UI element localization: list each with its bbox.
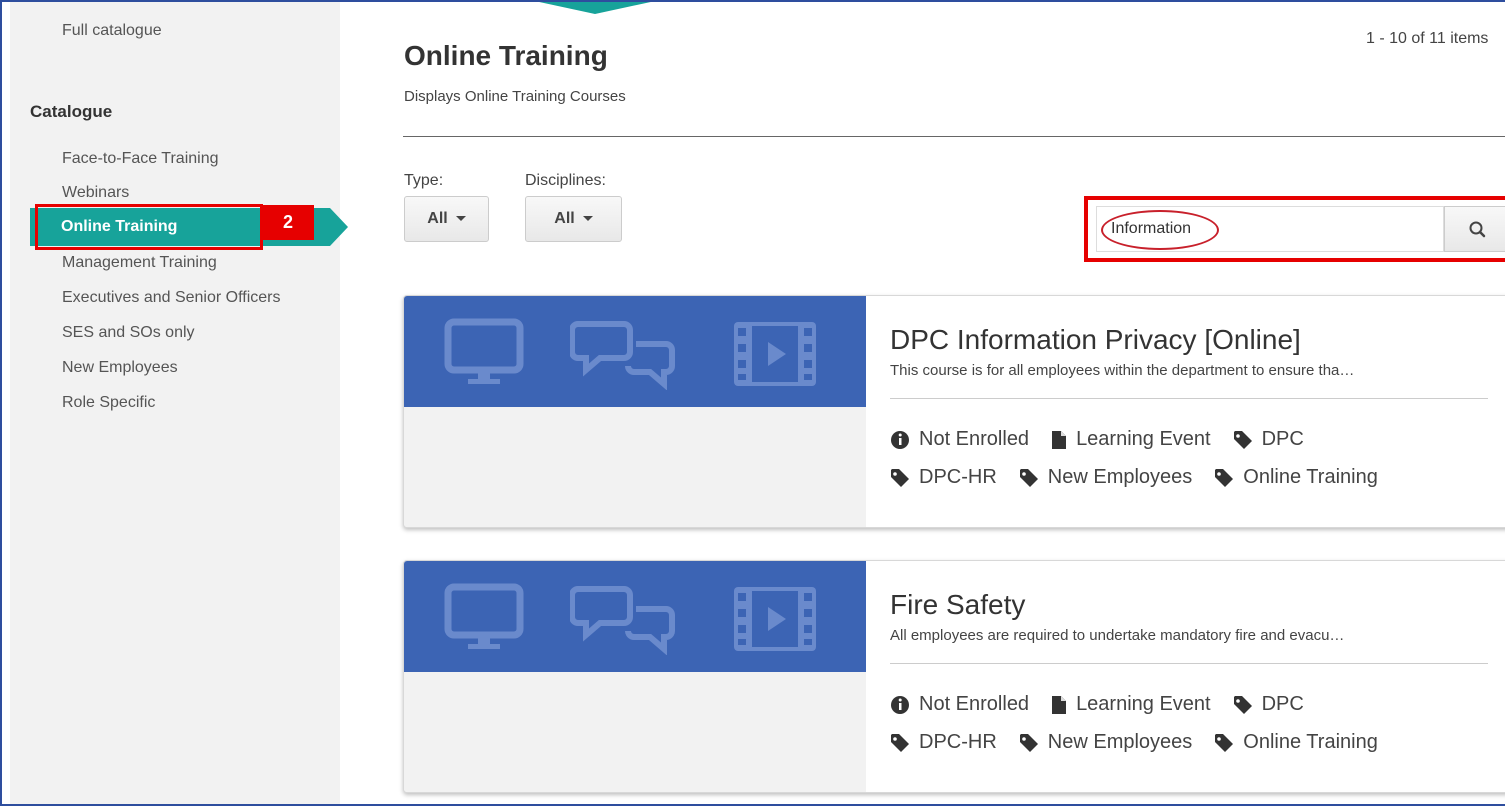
- file-icon: [1052, 695, 1067, 714]
- sidebar-item-management-training[interactable]: Management Training: [62, 254, 217, 272]
- course-tags-row: DPC-HR New Employees Online Training: [890, 466, 1400, 489]
- sidebar-item-new-employees[interactable]: New Employees: [62, 359, 178, 377]
- course-tag[interactable]: DPC-HR: [890, 731, 997, 754]
- course-tags-row: DPC-HR New Employees Online Training: [890, 731, 1400, 754]
- header-divider: [403, 136, 1505, 137]
- tag-icon: [1215, 468, 1234, 487]
- sidebar-catalogue-heading: Catalogue: [30, 102, 113, 121]
- tag-icon: [891, 468, 909, 487]
- video-film-icon: [734, 322, 816, 386]
- course-card[interactable]: DPC Information Privacy [Online] This cou…: [403, 295, 1505, 528]
- disciplines-filter-dropdown[interactable]: All: [525, 196, 622, 242]
- sidebar-full-catalogue-link[interactable]: Full catalogue: [62, 22, 162, 40]
- type-filter-value: All: [427, 210, 448, 227]
- course-banner-footer: [404, 407, 866, 527]
- course-tag[interactable]: New Employees: [1019, 466, 1193, 489]
- tag-icon: [1019, 733, 1038, 752]
- chat-bubbles-icon: [569, 321, 675, 391]
- tag-icon: [1215, 733, 1234, 752]
- event-type: Learning Event: [1051, 693, 1211, 716]
- event-type-text: Learning Event: [1076, 693, 1211, 715]
- search-input[interactable]: [1096, 206, 1444, 252]
- course-meta-row: Not Enrolled Learning Event DPC: [890, 428, 1326, 451]
- course-divider: [890, 663, 1488, 664]
- course-description: This course is for all employees within …: [890, 362, 1355, 379]
- type-filter-dropdown[interactable]: All: [404, 196, 489, 242]
- type-filter-label: Type:: [404, 172, 444, 189]
- caret-down-icon: [582, 216, 593, 222]
- course-tag-text: Online Training: [1243, 731, 1378, 753]
- course-tag-text: DPC: [1261, 693, 1304, 715]
- page-title: Online Training: [404, 40, 608, 71]
- top-accent-wedge: [530, 0, 660, 14]
- info-circle-icon: [891, 695, 909, 714]
- enrollment-status: Not Enrolled: [890, 693, 1029, 716]
- sidebar-item-online-training-label: Online Training: [61, 218, 178, 235]
- course-tag-text: DPC-HR: [919, 731, 997, 753]
- enrollment-status: Not Enrolled: [890, 428, 1029, 451]
- course-meta-row: Not Enrolled Learning Event DPC: [890, 693, 1326, 716]
- annotation-step-badge: 2: [262, 205, 314, 240]
- course-tag-text: New Employees: [1047, 731, 1193, 753]
- disciplines-filter-value: All: [554, 210, 575, 227]
- event-type: Learning Event: [1051, 428, 1211, 451]
- item-count: 1 - 10 of 11 items: [1366, 30, 1489, 47]
- sidebar-item-ses-sos[interactable]: SES and SOs only: [62, 324, 195, 342]
- course-card[interactable]: Fire Safety All employees are required to…: [403, 560, 1505, 793]
- video-film-icon: [734, 587, 816, 651]
- course-tag[interactable]: DPC: [1233, 693, 1304, 716]
- course-tag[interactable]: New Employees: [1019, 731, 1193, 754]
- tag-icon: [1019, 468, 1038, 487]
- search-button[interactable]: [1444, 206, 1505, 252]
- file-icon: [1052, 430, 1067, 449]
- course-banner: [404, 296, 866, 407]
- sidebar-item-role-specific[interactable]: Role Specific: [62, 394, 155, 412]
- page-subtitle: Displays Online Training Courses: [404, 88, 626, 105]
- course-title[interactable]: DPC Information Privacy [Online]: [890, 324, 1301, 356]
- enrollment-status-text: Not Enrolled: [919, 428, 1030, 450]
- info-circle-icon: [891, 430, 909, 449]
- enrollment-status-text: Not Enrolled: [919, 693, 1030, 715]
- course-description: All employees are required to undertake …: [890, 627, 1345, 644]
- course-tag-text: New Employees: [1047, 466, 1193, 488]
- tag-icon: [1233, 430, 1252, 449]
- course-tag-text: DPC: [1261, 428, 1304, 450]
- course-tag-text: DPC-HR: [919, 466, 997, 488]
- monitor-icon: [444, 583, 524, 649]
- course-title[interactable]: Fire Safety: [890, 589, 1025, 621]
- monitor-icon: [444, 318, 524, 384]
- course-tag[interactable]: DPC-HR: [890, 466, 997, 489]
- course-divider: [890, 398, 1488, 399]
- caret-down-icon: [455, 216, 466, 222]
- course-tag[interactable]: Online Training: [1214, 731, 1378, 754]
- course-banner: [404, 561, 866, 672]
- sidebar: Full catalogue Catalogue Face-to-Face Tr…: [10, 0, 340, 806]
- chat-bubbles-icon: [569, 586, 675, 656]
- sidebar-item-executives[interactable]: Executives and Senior Officers: [62, 289, 280, 307]
- course-tag[interactable]: Online Training: [1214, 466, 1378, 489]
- annotation-highlight-search: [1084, 196, 1505, 262]
- active-item-arrow: [330, 208, 348, 246]
- disciplines-filter-label: Disciplines:: [525, 172, 606, 189]
- sidebar-item-webinars[interactable]: Webinars: [62, 184, 129, 202]
- course-tag[interactable]: DPC: [1233, 428, 1304, 451]
- tag-icon: [1233, 695, 1252, 714]
- course-tag-text: Online Training: [1243, 466, 1378, 488]
- course-banner-footer: [404, 672, 866, 792]
- search-icon: [1469, 221, 1486, 238]
- tag-icon: [891, 733, 909, 752]
- sidebar-item-face-to-face[interactable]: Face-to-Face Training: [62, 150, 219, 168]
- event-type-text: Learning Event: [1076, 428, 1211, 450]
